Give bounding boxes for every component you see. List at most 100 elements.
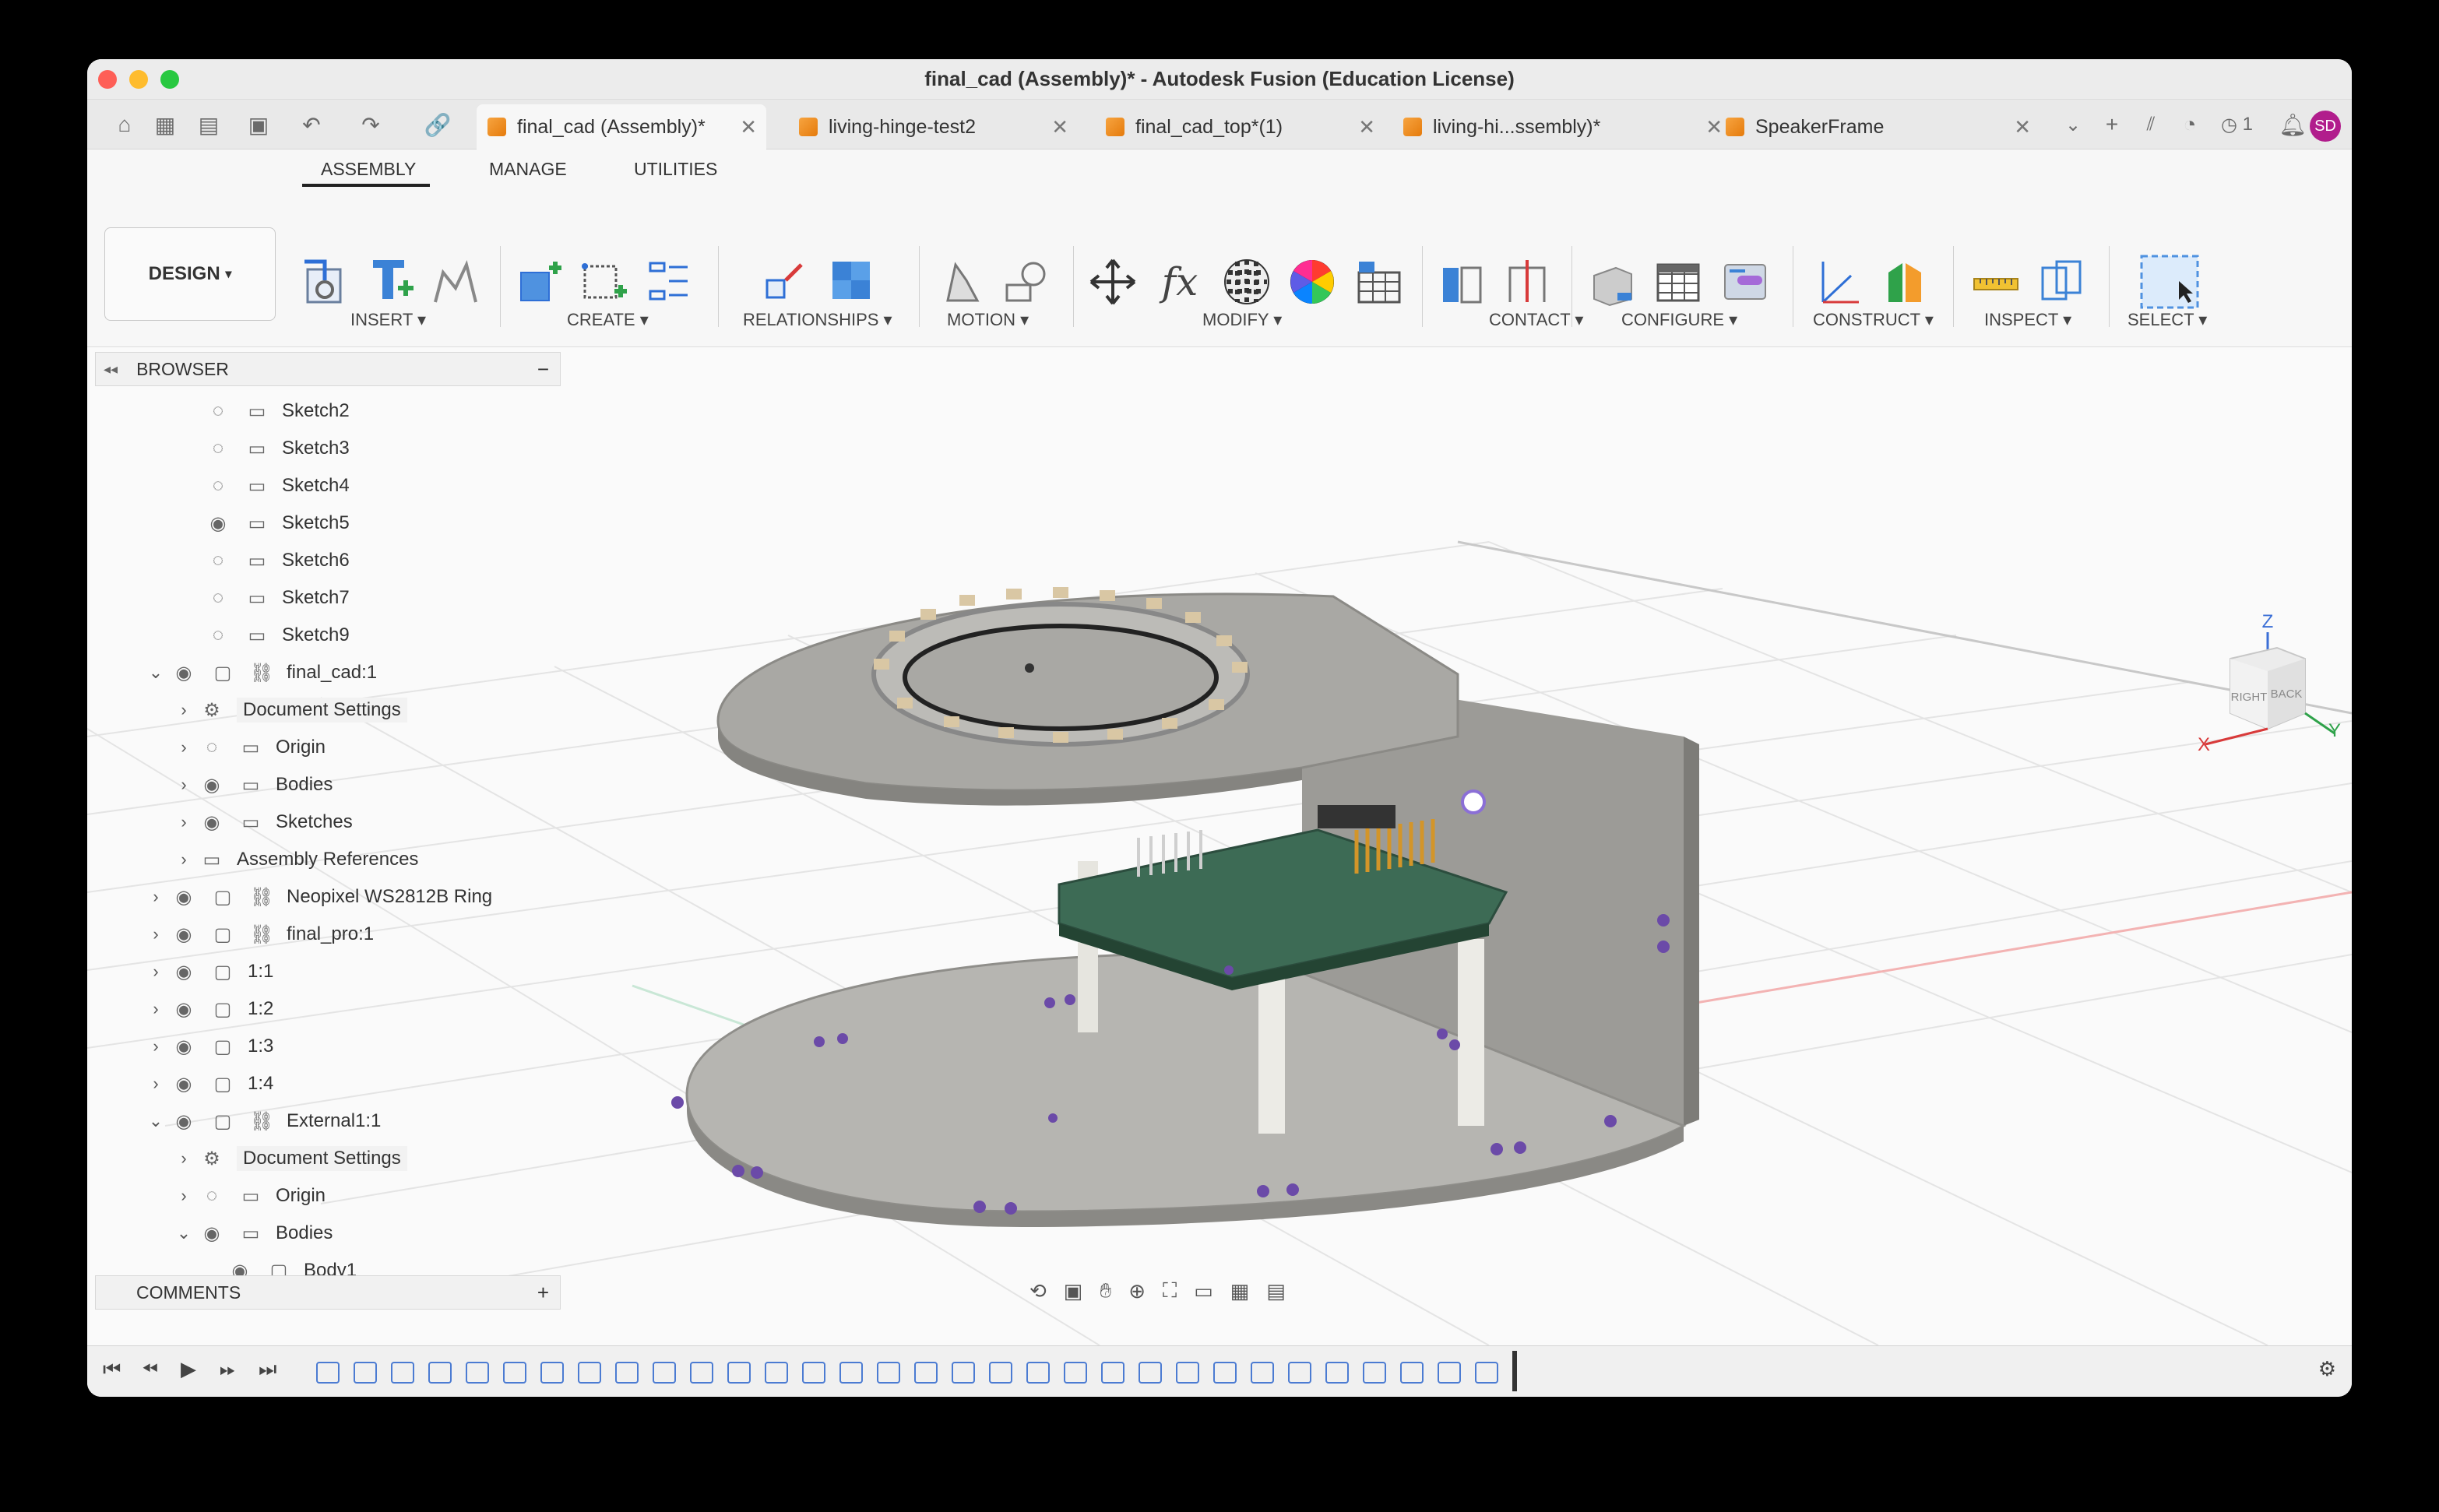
3d-viewport[interactable]: Z RIGHT BACK X Y: [87, 347, 2352, 1346]
fit-icon[interactable]: ⛶: [1163, 1278, 1177, 1303]
timeline-feature[interactable]: [1213, 1362, 1237, 1384]
timeline-feature[interactable]: [802, 1362, 825, 1384]
comments-panel-header[interactable]: COMMENTS +: [95, 1275, 561, 1310]
timeline-step-back-button[interactable]: ⏪︎: [142, 1357, 158, 1382]
tab-close-icon[interactable]: ✕: [2014, 115, 2031, 139]
tree-row-sketch4[interactable]: ◌ ▭ Sketch4: [204, 469, 350, 503]
eye-icon[interactable]: ◉: [170, 920, 198, 948]
chevron-right-icon[interactable]: ›: [170, 1148, 198, 1169]
tree-row-1-1[interactable]: › ◉ ▢ 1:1: [142, 955, 273, 989]
save-icon[interactable]: ▣: [243, 109, 274, 140]
eye-hidden-icon[interactable]: ◌: [204, 584, 232, 612]
tree-row-bodies[interactable]: › ◉ ▭ Bodies: [170, 768, 333, 802]
home-icon[interactable]: ⌂: [109, 109, 140, 140]
chevron-right-icon[interactable]: ›: [170, 775, 198, 795]
drive-joints-icon[interactable]: [938, 254, 989, 310]
eye-hidden-icon[interactable]: ◌: [204, 472, 232, 500]
timeline-start-button[interactable]: ⏮: [103, 1357, 121, 1382]
insert-component-icon[interactable]: [364, 254, 416, 310]
chevron-down-icon[interactable]: ⌄: [2057, 109, 2089, 140]
timeline-feature[interactable]: [354, 1362, 377, 1384]
insert-mesh-icon[interactable]: [430, 254, 481, 310]
timeline-feature[interactable]: [765, 1362, 788, 1384]
tree-row-final-cad[interactable]: ⌄ ◉ ▢ ⛓ final_cad:1: [142, 656, 377, 690]
group-label-inspect[interactable]: INSPECT ▾: [1984, 310, 2071, 330]
group-label-create[interactable]: CREATE ▾: [567, 310, 649, 330]
minimize-window-button[interactable]: [129, 70, 148, 89]
eye-icon[interactable]: ◉: [170, 995, 198, 1023]
chevron-right-icon[interactable]: ›: [142, 887, 170, 907]
group-label-select[interactable]: SELECT ▾: [2128, 310, 2207, 330]
tab-assembly[interactable]: ASSEMBLY: [321, 159, 416, 180]
timeline-feature[interactable]: [391, 1362, 414, 1384]
construct-axis-icon[interactable]: [1813, 254, 1864, 310]
pan-icon[interactable]: ✋︎: [1100, 1278, 1111, 1303]
tab-final-cad-assembly[interactable]: final_cad (Assembly)* ✕: [477, 104, 766, 149]
link-icon[interactable]: 🔗: [422, 109, 453, 140]
viewcube-right-face[interactable]: RIGHT: [2231, 691, 2268, 704]
chevron-right-icon[interactable]: ›: [142, 1074, 170, 1094]
tree-row-sketch3[interactable]: ◌ ▭ Sketch3: [204, 431, 350, 466]
browser-panel-header[interactable]: ◂◂ BROWSER −: [95, 352, 561, 386]
chevron-right-icon[interactable]: ›: [142, 999, 170, 1019]
timeline-feature[interactable]: [466, 1362, 489, 1384]
group-label-modify[interactable]: MODIFY ▾: [1202, 310, 1282, 330]
enable-contact-icon[interactable]: [1501, 254, 1553, 310]
tree-row-bodies-2[interactable]: ⌄ ◉ ▭ Bodies: [170, 1216, 333, 1250]
display-settings-icon[interactable]: ▭: [1194, 1279, 1213, 1303]
file-menu-icon[interactable]: ▤: [193, 109, 224, 140]
grid-settings-icon[interactable]: ▦: [1230, 1279, 1250, 1303]
contact-sets-icon[interactable]: [1436, 254, 1487, 310]
eye-icon[interactable]: ◉: [198, 771, 226, 799]
tree-row-document-settings-2[interactable]: › ⚙ Document Settings: [170, 1141, 407, 1176]
add-comment-icon[interactable]: +: [537, 1281, 549, 1305]
rigid-group-icon[interactable]: [825, 254, 877, 310]
insert-derive-icon[interactable]: [299, 254, 350, 310]
eye-icon[interactable]: ◉: [198, 1219, 226, 1247]
group-label-construct[interactable]: CONSTRUCT ▾: [1813, 310, 1934, 330]
timeline-feature[interactable]: [1176, 1362, 1199, 1384]
move-copy-icon[interactable]: [1087, 254, 1139, 310]
model-canvas[interactable]: [87, 347, 2352, 1346]
timeline-feature[interactable]: [1064, 1362, 1087, 1384]
tree-row-1-2[interactable]: › ◉ ▢ 1:2: [142, 992, 273, 1026]
chevron-down-icon[interactable]: ⌄: [142, 663, 170, 683]
eye-icon[interactable]: ◉: [198, 808, 226, 836]
timeline-step-forward-button[interactable]: ⏩︎: [220, 1357, 236, 1382]
timeline-feature[interactable]: [653, 1362, 676, 1384]
viewcube-back-face[interactable]: BACK: [2271, 687, 2303, 701]
look-at-icon[interactable]: ▣: [1064, 1279, 1083, 1303]
timeline-feature[interactable]: [540, 1362, 564, 1384]
timeline-feature[interactable]: [503, 1362, 526, 1384]
timeline-feature[interactable]: [1026, 1362, 1050, 1384]
timeline-feature[interactable]: [952, 1362, 975, 1384]
new-component-icon[interactable]: [512, 254, 564, 310]
tree-row-origin[interactable]: › ◌ ▭ Origin: [170, 730, 326, 765]
timeline-marker[interactable]: [1512, 1351, 1517, 1391]
minimize-browser-icon[interactable]: −: [537, 357, 549, 382]
timeline-feature[interactable]: [1288, 1362, 1311, 1384]
tree-row-sketch2[interactable]: ◌ ▭ Sketch2: [204, 394, 350, 428]
chevron-right-icon[interactable]: ›: [170, 700, 198, 720]
extensions-icon[interactable]: ⫽: [2135, 109, 2166, 140]
eye-icon[interactable]: ◉: [204, 509, 232, 537]
tab-close-icon[interactable]: ✕: [1358, 115, 1375, 139]
close-window-button[interactable]: [98, 70, 117, 89]
tab-close-icon[interactable]: ✕: [740, 115, 757, 139]
avatar[interactable]: SD: [2310, 111, 2341, 142]
eye-icon[interactable]: ◉: [170, 1107, 198, 1135]
configuration-table-icon[interactable]: [1652, 254, 1704, 310]
chevron-right-icon[interactable]: ›: [142, 924, 170, 944]
chevron-down-icon[interactable]: ⌄: [142, 1111, 170, 1131]
eye-icon[interactable]: ◉: [170, 883, 198, 911]
eye-icon[interactable]: ◉: [170, 1070, 198, 1098]
color-wheel-icon[interactable]: [1286, 254, 1338, 310]
tab-speakerframe[interactable]: SpeakerFrame ✕: [1715, 104, 2040, 149]
timeline-feature[interactable]: [1101, 1362, 1124, 1384]
timeline-feature[interactable]: [316, 1362, 340, 1384]
tree-row-assembly-references[interactable]: › ▭ Assembly References: [170, 842, 418, 877]
timeline-feature[interactable]: [615, 1362, 639, 1384]
tree-row-1-4[interactable]: › ◉ ▢ 1:4: [142, 1067, 273, 1101]
tab-final-cad-top[interactable]: final_cad_top*(1) ✕: [1095, 104, 1385, 149]
eye-hidden-icon[interactable]: ◌: [204, 621, 232, 649]
